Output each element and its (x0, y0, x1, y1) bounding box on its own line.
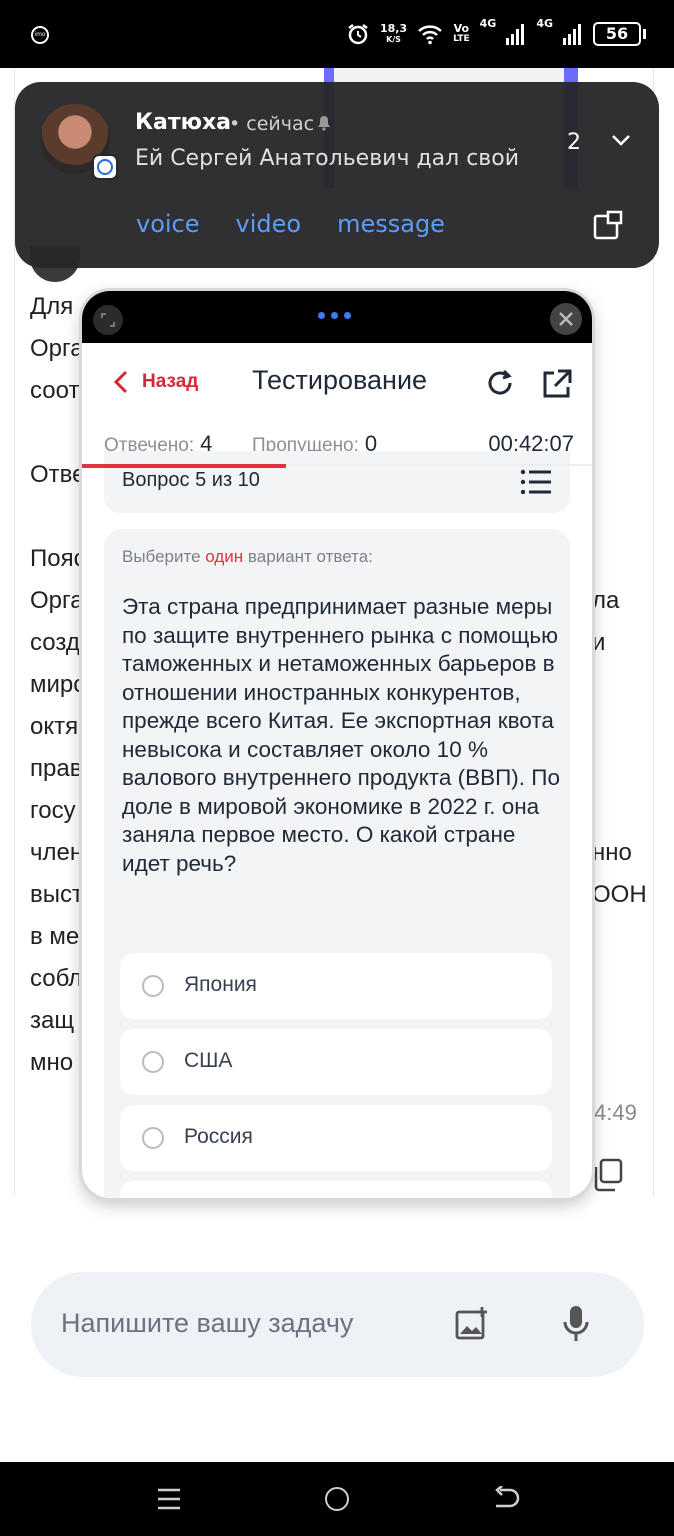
back-nav-icon[interactable] (492, 1486, 520, 1512)
message-input-bar[interactable]: Напишите вашу задачу (31, 1272, 644, 1377)
radio-button[interactable] (142, 975, 164, 997)
notification-time: • сейчас (229, 113, 315, 135)
copy-icon[interactable] (592, 1158, 624, 1192)
drag-handle-icon[interactable] (318, 312, 351, 319)
status-bar: imo 18,3 K/S Vo LTE 4G 4G 56 (0, 0, 674, 68)
question-nav-card[interactable]: Вопрос 5 из 10 (104, 451, 570, 513)
progress-bar (82, 464, 286, 468)
close-icon (559, 312, 573, 326)
bell-icon (318, 116, 330, 131)
battery-tip (643, 29, 646, 39)
wifi-icon (418, 25, 442, 45)
question-number: Вопрос 5 из 10 (122, 469, 260, 491)
chat-text-fragment: Отве (30, 461, 86, 488)
floating-window[interactable]: Назад Тестирование Отвечено: 4 Пропущено:… (82, 291, 592, 1198)
chat-text-fragment: собл (30, 965, 83, 992)
question-text: Эта страна предпринимает разные меры по … (122, 594, 560, 876)
chevron-left-icon (113, 370, 128, 394)
home-icon[interactable] (325, 1487, 349, 1511)
chat-text-fragment: выст (30, 881, 83, 908)
hint-text: Выберите (122, 547, 206, 566)
signal-2-icon (563, 24, 581, 45)
volte-top: Vo (453, 22, 470, 35)
status-icons: 18,3 K/S Vo LTE 4G 4G 56 (346, 18, 646, 50)
external-link-icon[interactable] (540, 367, 574, 401)
system-navigation-bar (0, 1462, 674, 1536)
option-label: США (184, 1049, 233, 1072)
chat-text-fragment: Орга (30, 335, 84, 362)
back-button[interactable]: Назад (112, 369, 198, 395)
hint-text: вариант ответа: (243, 547, 373, 566)
back-label: Назад (142, 371, 199, 392)
chat-text-fragment: Для (30, 293, 74, 320)
chat-text-fragment: Пояс (30, 545, 86, 572)
chat-text-fragment: октя (30, 713, 79, 740)
notification-sender: Катюха (135, 110, 232, 135)
chat-text-fragment: ла (592, 587, 620, 614)
message-action[interactable]: message (337, 210, 445, 238)
message-time: 4:49 (594, 1100, 637, 1125)
chat-text-fragment: мно (30, 1049, 74, 1076)
chat-text-fragment: и (592, 629, 606, 656)
imo-app-icon (92, 154, 118, 180)
notification-count: 2 (567, 130, 581, 155)
chevron-down-icon[interactable] (611, 132, 631, 148)
net-speed: 18,3 K/S (380, 23, 407, 45)
chat-text-fragment: прав (30, 755, 83, 782)
notification-preview: Ей Сергей Анатольевич дал свой (135, 146, 520, 171)
recent-apps-icon[interactable] (157, 1487, 181, 1511)
popout-icon[interactable] (593, 210, 623, 240)
answer-option[interactable]: Япония (120, 953, 552, 1019)
microphone-icon[interactable] (561, 1304, 591, 1342)
net-speed-unit: K/S (386, 35, 401, 44)
net-speed-value: 18,3 (379, 22, 408, 35)
signal-1-label: 4G (479, 17, 497, 30)
signal-2-label: 4G (536, 17, 553, 30)
radio-button[interactable] (142, 1127, 164, 1149)
refresh-icon[interactable] (484, 367, 516, 399)
chat-text-fragment: защ (30, 1007, 75, 1034)
volte-indicator: Vo LTE (453, 23, 470, 45)
chat-text-fragment: соот (30, 377, 80, 404)
radio-button[interactable] (142, 1051, 164, 1073)
battery-icon: 56 (593, 22, 641, 46)
chat-text-fragment: созд (30, 629, 80, 656)
chat-text-fragment: мирс (30, 671, 86, 698)
option-label: Россия (184, 1125, 253, 1148)
chat-text-fragment: ООН (592, 881, 647, 908)
expand-icon (101, 313, 115, 327)
imo-notification-icon: imo (31, 26, 49, 44)
question-list-icon[interactable] (520, 469, 552, 495)
page-title: Тестирование (252, 365, 428, 395)
expand-window-button[interactable] (93, 305, 123, 335)
answer-option[interactable]: Россия (120, 1105, 552, 1171)
message-input[interactable]: Напишите вашу задачу (61, 1308, 353, 1339)
hint-highlight: один (205, 547, 244, 566)
answer-hint: Выберите один вариант ответа: (122, 547, 373, 567)
chat-text-fragment: госу (30, 797, 76, 824)
volte-bottom: LTE (453, 34, 470, 44)
chat-text-fragment: член (30, 839, 84, 866)
notification-actions: voice video message (136, 210, 445, 238)
notification-popup[interactable]: Катюха • сейчас Ей Сергей Анатольевич да… (15, 82, 659, 268)
signal-1-icon (506, 24, 525, 45)
video-action[interactable]: video (236, 210, 302, 238)
floating-window-bar[interactable] (82, 291, 592, 343)
chat-text-fragment: Орга (30, 587, 84, 614)
add-image-icon[interactable] (455, 1306, 489, 1340)
question-card: Выберите один вариант ответа: Эта страна… (104, 529, 570, 1198)
answer-option[interactable] (120, 1181, 552, 1198)
answer-option[interactable]: США (120, 1029, 552, 1095)
option-label: Япония (184, 973, 257, 996)
chat-text-fragment: нно (592, 839, 632, 866)
close-window-button[interactable] (550, 303, 582, 335)
chat-text-fragment: в ме (30, 923, 80, 950)
alarm-icon (348, 24, 368, 45)
voice-action[interactable]: voice (136, 210, 200, 238)
